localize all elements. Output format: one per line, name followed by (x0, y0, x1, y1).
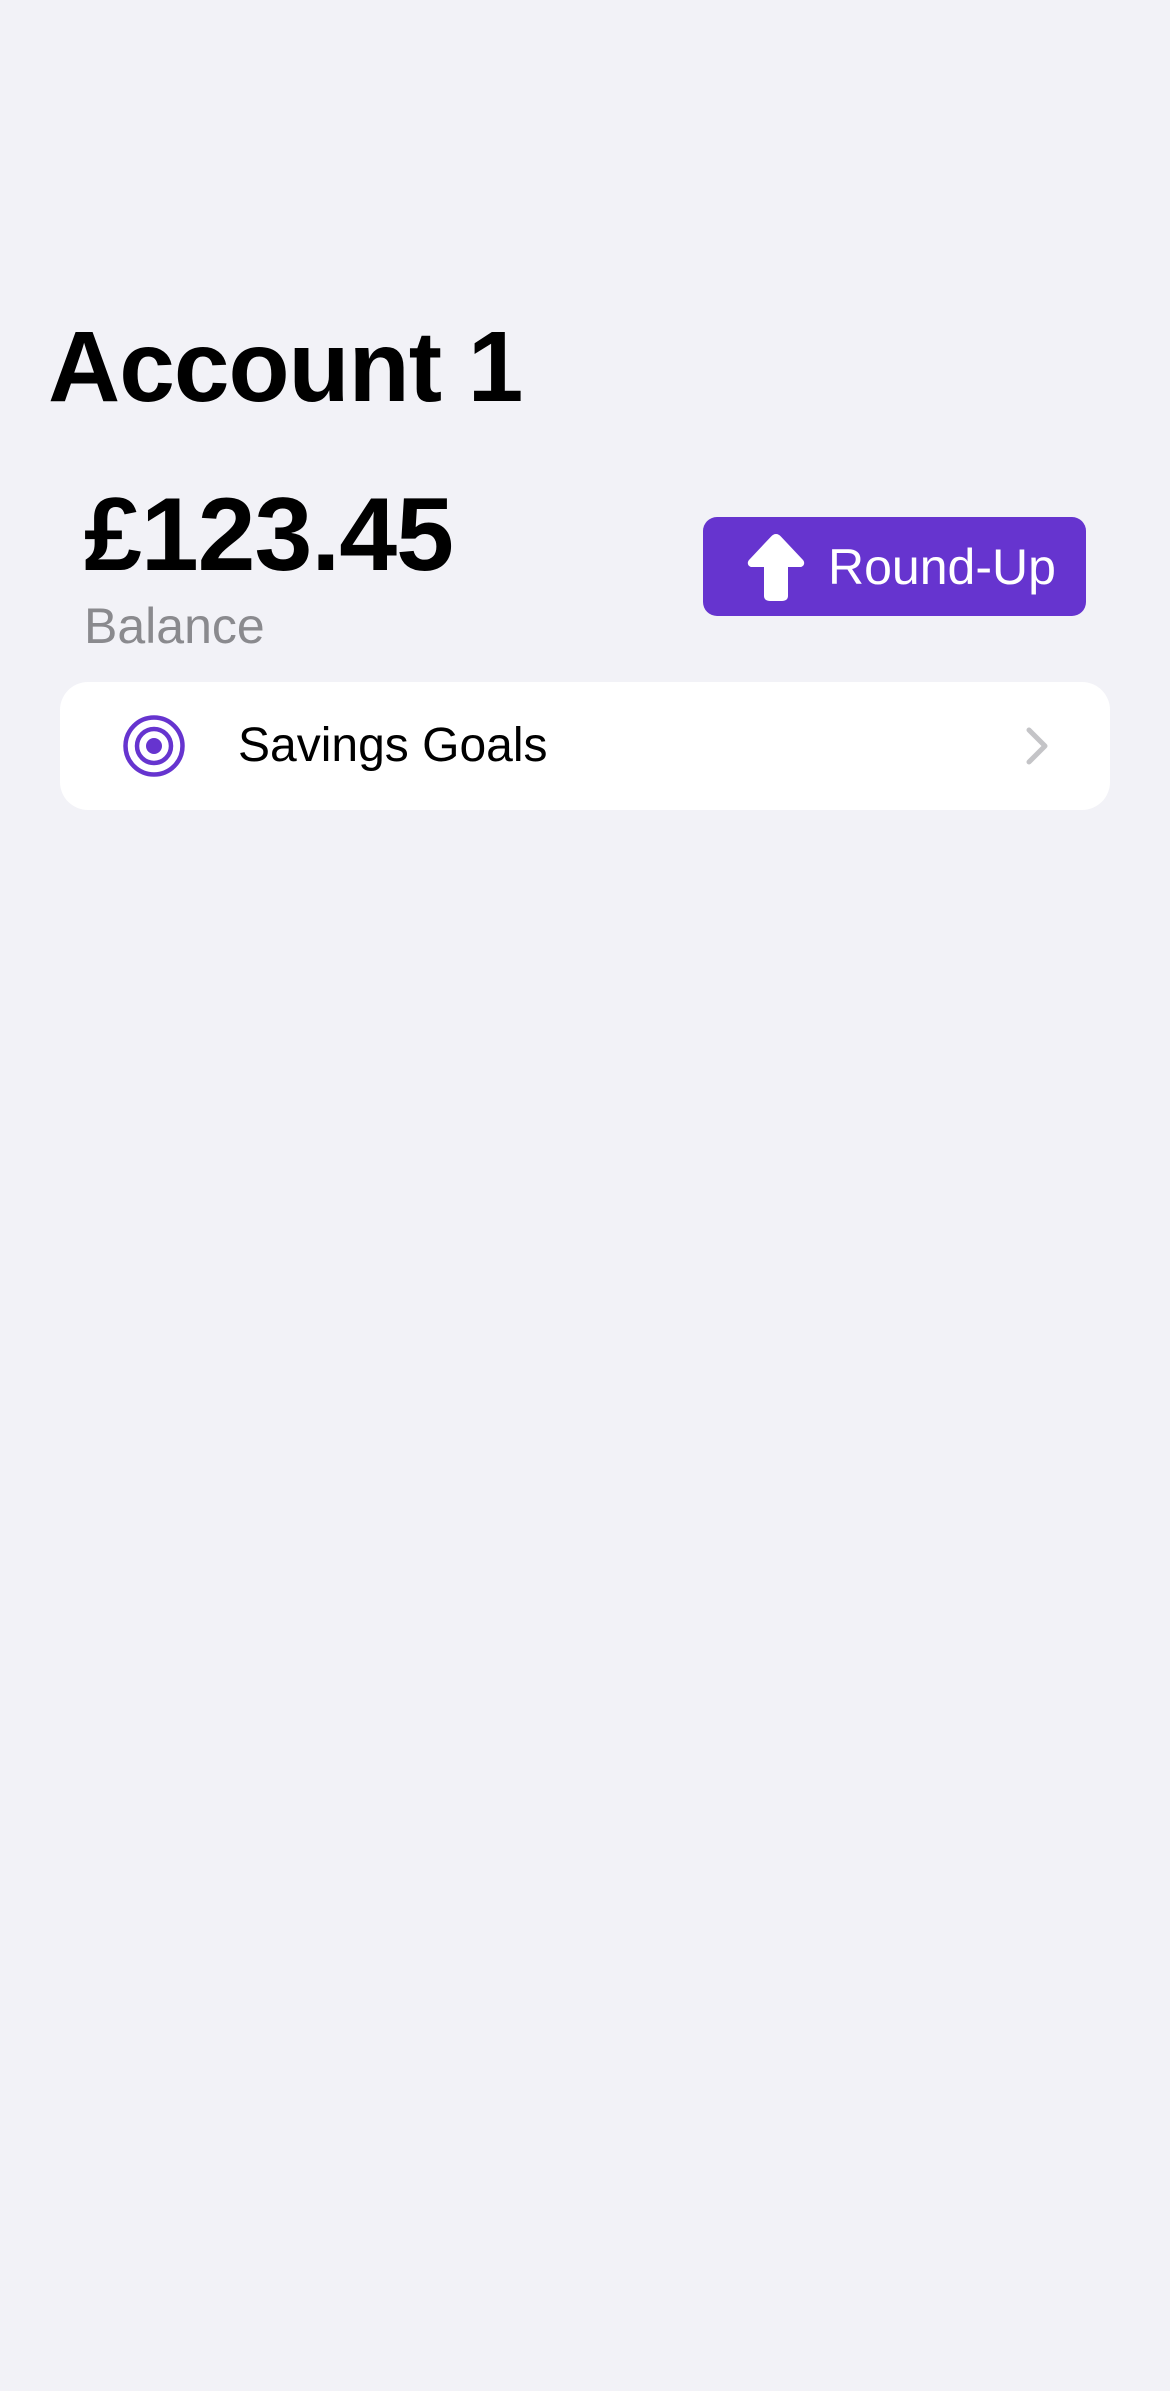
menu-card: Savings Goals (60, 682, 1110, 810)
list-item-savings-goals[interactable]: Savings Goals (60, 682, 1110, 810)
target-icon (123, 715, 185, 777)
round-up-label: Round-Up (828, 538, 1056, 595)
chevron-right-icon (1024, 726, 1050, 766)
balance-amount: £123.45 (84, 477, 454, 593)
list-item-label: Savings Goals (238, 719, 548, 772)
page-title: Account 1 (48, 311, 523, 423)
round-up-button[interactable]: Round-Up (703, 517, 1086, 616)
balance-label: Balance (84, 598, 265, 654)
arrow-up-icon (746, 532, 806, 602)
account-screen: Account 1 £123.45 Balance Round-Up Savin… (0, 0, 1170, 2391)
